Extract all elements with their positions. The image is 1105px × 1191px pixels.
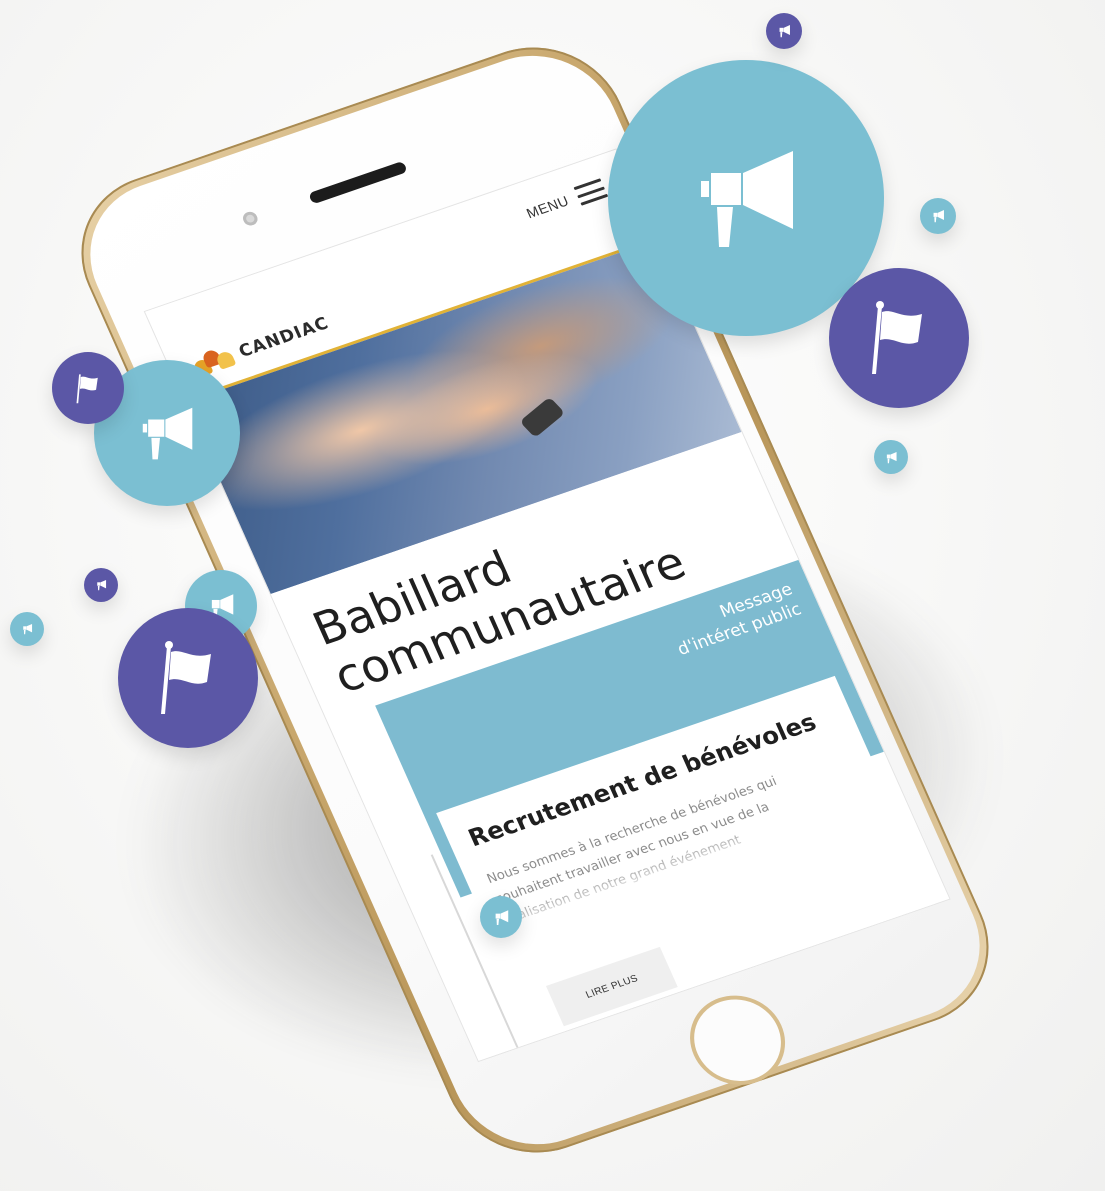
brand-name: CANDIAC bbox=[235, 313, 333, 362]
megaphone-icon bbox=[701, 151, 793, 247]
hamburger-icon bbox=[573, 178, 609, 206]
marketing-stage: CANDIAC MENU Babillard communautaire Mes… bbox=[0, 0, 1105, 1191]
bubble-flag-small-left bbox=[52, 352, 124, 424]
bubble-megaphone-small-top bbox=[766, 13, 802, 49]
front-camera bbox=[240, 209, 260, 228]
bubble-megaphone-on-screen bbox=[480, 896, 522, 938]
bubble-megaphone-mini-edge bbox=[10, 612, 44, 646]
hero-watch-detail bbox=[519, 396, 566, 438]
megaphone-icon bbox=[142, 407, 193, 460]
megaphone-icon bbox=[933, 210, 944, 223]
card-body-line: souhaitent travailler avec nous en vue d… bbox=[493, 799, 772, 908]
megaphone-icon bbox=[97, 579, 107, 591]
megaphone-icon bbox=[495, 909, 509, 925]
megaphone-icon bbox=[23, 623, 33, 635]
earpiece-speaker bbox=[308, 160, 408, 205]
bubble-flag-large-left bbox=[118, 608, 258, 748]
bubble-megaphone-small-right bbox=[920, 198, 956, 234]
read-more-button[interactable]: LIRE PLUS bbox=[545, 946, 678, 1027]
bubble-megaphone-mini-left bbox=[84, 568, 118, 602]
flag-icon bbox=[161, 641, 211, 714]
megaphone-icon bbox=[779, 25, 790, 38]
bubble-flag-right bbox=[829, 268, 969, 408]
flag-icon bbox=[76, 374, 98, 404]
category-label: Message d'intéret public bbox=[665, 579, 805, 661]
megaphone-icon bbox=[886, 451, 897, 463]
menu-button[interactable]: MENU bbox=[523, 178, 609, 223]
bubble-megaphone-small-mid-right bbox=[874, 440, 908, 474]
menu-label: MENU bbox=[523, 192, 572, 222]
flag-icon bbox=[872, 301, 922, 374]
home-button[interactable] bbox=[675, 983, 800, 1098]
